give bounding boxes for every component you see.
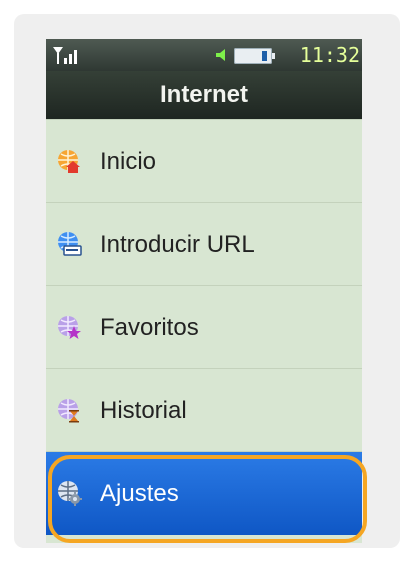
menu-item-historial[interactable]: Historial <box>46 368 362 452</box>
status-time: 11:32 <box>299 43 360 67</box>
url-globe-icon <box>58 232 82 256</box>
menu-item-label: Introducir URL <box>100 231 255 258</box>
selection-highlight <box>48 455 367 543</box>
menu-item-favoritos[interactable]: Favoritos <box>46 285 362 369</box>
signal-icon <box>53 47 77 64</box>
status-bar: 11:32 <box>46 39 362 71</box>
page-title: Internet <box>159 81 248 108</box>
menu-item-label: Historial <box>100 397 187 424</box>
home-globe-icon <box>58 150 80 173</box>
menu-item-label: Favoritos <box>100 314 199 341</box>
speaker-icon <box>216 49 225 61</box>
history-globe-icon <box>58 399 79 423</box>
menu-item-introducir-url[interactable]: Introducir URL <box>46 202 362 286</box>
battery-icon <box>234 48 275 64</box>
favorites-globe-icon <box>58 316 81 339</box>
menu-item-inicio[interactable]: Inicio <box>46 119 362 203</box>
title-bar: Internet <box>46 71 362 119</box>
menu-item-label: Inicio <box>100 148 157 175</box>
